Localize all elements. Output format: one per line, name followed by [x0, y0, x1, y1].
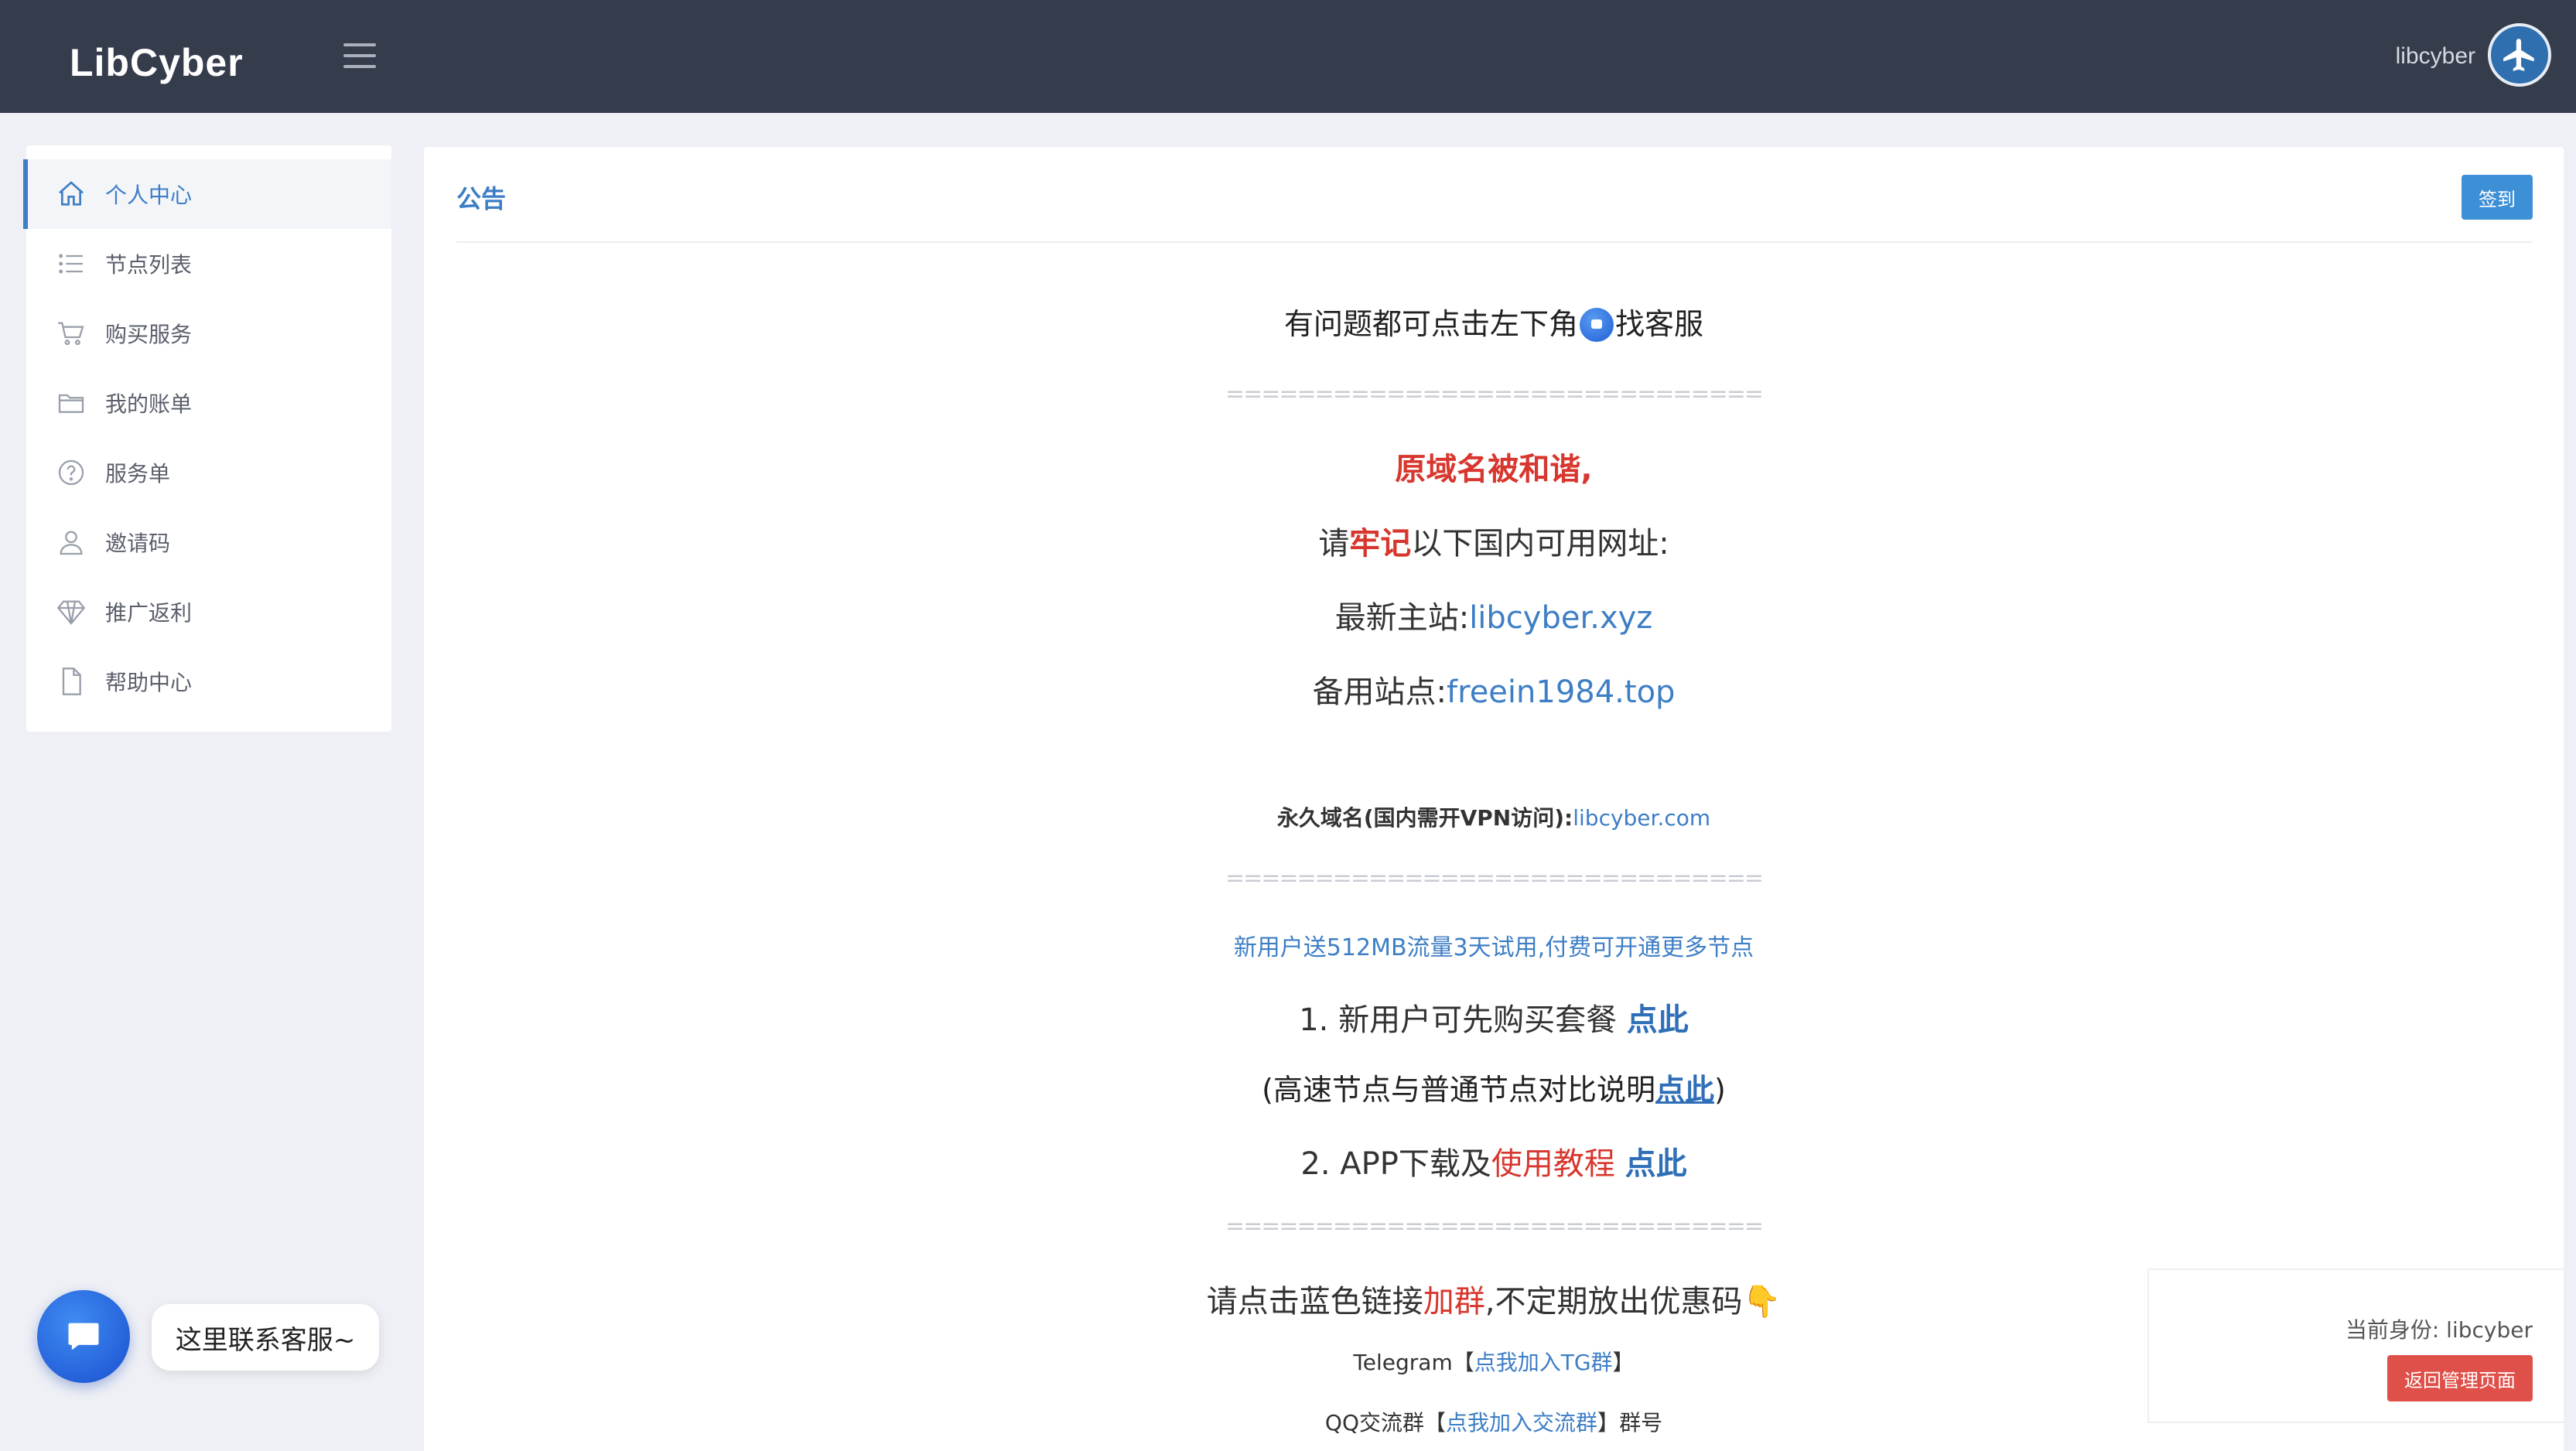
sidebar-item-tickets[interactable]: 服务单 — [26, 438, 391, 507]
announcement-panel: 公告 签到 有问题都可点击左下角 找客服 ====================… — [424, 147, 2564, 1451]
step1-line: 1. 新用户可先购买套餐 点此 — [424, 995, 2564, 1040]
back-to-admin-button[interactable]: 返回管理页面 — [2387, 1355, 2533, 1401]
remember-emphasis: 牢记 — [1349, 526, 1412, 562]
chat-bubble-icon — [1580, 308, 1614, 342]
compare-text: (高速节点与普通节点对比说明 — [1262, 1073, 1655, 1107]
remember-line: 请牢记以下国内可用网址: — [424, 518, 2564, 563]
document-icon — [54, 664, 88, 698]
folder-icon — [54, 386, 88, 420]
signin-button[interactable]: 签到 — [2462, 175, 2533, 220]
compare-line: (高速节点与普通节点对比说明点此) — [424, 1066, 2564, 1108]
compare-close: ) — [1714, 1073, 1726, 1107]
step2-emphasis: 使用教程 — [1491, 1146, 1615, 1182]
brand-logo[interactable]: LibCyber — [70, 40, 244, 85]
domain-notice: 原域名被和谐, — [1395, 452, 1593, 487]
group-text: 请点击蓝色链接 — [1206, 1284, 1423, 1320]
separator: ============================== — [1225, 381, 1764, 408]
airplane-icon — [2503, 39, 2534, 71]
chat-bubble[interactable]: 这里联系客服~ — [152, 1304, 379, 1371]
chat-icon — [68, 1323, 99, 1350]
diamond-icon — [54, 595, 88, 629]
telegram-link[interactable]: 点我加入TG群 — [1474, 1350, 1613, 1375]
divider — [456, 241, 2533, 243]
compare-link[interactable]: 点此 — [1655, 1073, 1714, 1107]
trial-notice: 新用户送512MB流量3天试用,付费可开通更多节点 — [1233, 934, 1754, 961]
sidebar-item-label: 服务单 — [105, 461, 171, 487]
sidebar-item-my-bills[interactable]: 我的账单 — [26, 368, 391, 438]
telegram-label: Telegram — [1353, 1350, 1453, 1375]
top-bar: LibCyber libcyber — [0, 0, 2576, 113]
panel-title: 公告 — [456, 184, 507, 213]
sidebar-item-label: 个人中心 — [105, 183, 193, 208]
home-icon — [54, 177, 88, 211]
separator: ============================== — [1225, 1213, 1764, 1240]
step2-line: 2. APP下载及使用教程 点此 — [424, 1139, 2564, 1183]
main-site-link[interactable]: libcyber.xyz — [1469, 600, 1652, 636]
sidebar-item-referral[interactable]: 推广返利 — [26, 577, 391, 647]
sidebar-item-help-center[interactable]: 帮助中心 — [26, 647, 391, 716]
username[interactable]: libcyber — [2396, 43, 2475, 70]
sidebar-item-user-center[interactable]: 个人中心 — [23, 159, 391, 229]
sidebar-item-invite-code[interactable]: 邀请码 — [26, 507, 391, 577]
backup-site-label: 备用站点: — [1312, 674, 1447, 710]
avatar[interactable] — [2488, 23, 2551, 87]
sidebar-item-label: 邀请码 — [105, 531, 171, 556]
remember-post: 以下国内可用网址: — [1411, 526, 1669, 562]
qq-label: QQ交流群 — [1324, 1410, 1425, 1436]
sidebar-item-label: 购买服务 — [105, 322, 193, 347]
permanent-domain-link[interactable]: libcyber.com — [1573, 805, 1710, 831]
identity-box: 当前身份: libcyber 返回管理页面 — [2147, 1268, 2565, 1423]
sidebar-item-label: 节点列表 — [105, 252, 193, 278]
step2-text: 2. APP下载及 — [1300, 1146, 1491, 1182]
main-site-label: 最新主站: — [1334, 600, 1470, 636]
sidebar-item-label: 推广返利 — [105, 600, 193, 626]
step1-link[interactable]: 点此 — [1627, 1002, 1689, 1038]
remember-pre: 请 — [1318, 526, 1350, 562]
user-icon — [54, 525, 88, 559]
group-emphasis: 加群 — [1423, 1284, 1485, 1320]
backup-site-link[interactable]: freein1984.top — [1447, 674, 1675, 710]
support-line: 有问题都可点击左下角 找客服 — [424, 300, 2564, 343]
main-site-line: 最新主站:libcyber.xyz — [424, 592, 2564, 637]
sidebar-item-node-list[interactable]: 节点列表 — [26, 229, 391, 299]
cart-icon — [54, 316, 88, 350]
sidebar-item-buy-service[interactable]: 购买服务 — [26, 299, 391, 368]
question-icon — [54, 456, 88, 490]
hamburger-icon[interactable] — [343, 43, 376, 68]
current-identity: 当前身份: libcyber — [2345, 1317, 2533, 1343]
qq-link[interactable]: 点我加入交流群 — [1446, 1410, 1597, 1436]
step2-link[interactable]: 点此 — [1625, 1146, 1687, 1182]
chat-button[interactable] — [37, 1290, 130, 1383]
permanent-domain-label: 永久域名(国内需开VPN访问): — [1276, 805, 1573, 831]
sidebar-item-label: 帮助中心 — [105, 670, 193, 695]
backup-site-line: 备用站点:freein1984.top — [424, 667, 2564, 712]
sidebar: 个人中心 节点列表 购买服务 我的账单 服务单 邀请码 推广返利 帮助中心 — [23, 145, 391, 732]
permanent-domain-line: 永久域名(国内需开VPN访问):libcyber.com — [424, 801, 2564, 832]
step1-text: 1. 新用户可先购买套餐 — [1299, 1002, 1618, 1038]
group-post: ,不定期放出优惠码👇 — [1484, 1284, 1782, 1320]
list-icon — [54, 247, 88, 281]
support-text-suffix: 找客服 — [1615, 307, 1704, 341]
support-text: 有问题都可点击左下角 — [1283, 307, 1578, 341]
qq-post: 群号 — [1619, 1410, 1663, 1436]
separator: ============================== — [1225, 865, 1764, 892]
sidebar-item-label: 我的账单 — [105, 391, 193, 417]
